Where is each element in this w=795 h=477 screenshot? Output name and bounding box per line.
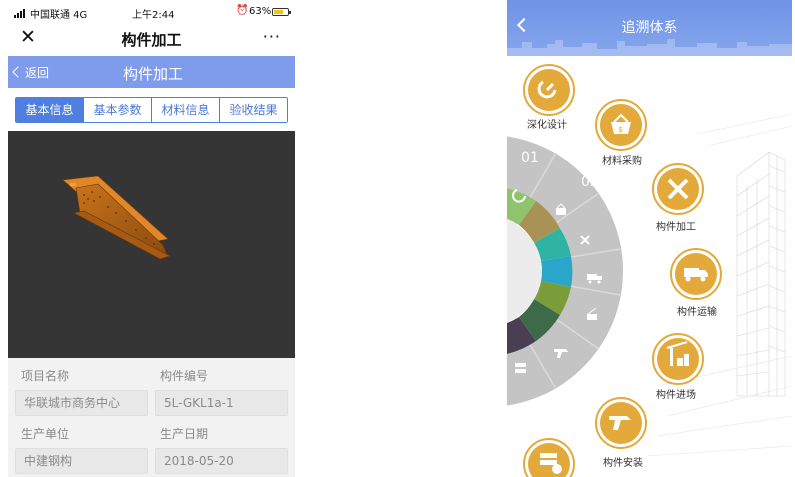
nav-title: 构件加工 [121, 31, 182, 49]
status-bar: 中国联通 4G 上午2:44 ⏰ 63% [8, 0, 295, 22]
stage-label-installation: 构件安装 [603, 458, 643, 469]
stage-label-purchase: 材料采购 [602, 156, 642, 167]
basic-info-form: 项目名称 构件编号 华联城市商务中心 5L-GKL1a-1 生产单位 生产日期 … [8, 358, 295, 477]
more-button[interactable]: ··· [263, 27, 281, 46]
component-no-label: 构件编号 [160, 369, 209, 383]
app-nav-bar: ✕ 构件加工 ··· [8, 24, 295, 54]
steel-beam-model [62, 175, 171, 260]
header-title: 追溯体系 [621, 20, 678, 36]
sub-header-title: 构件加工 [123, 65, 184, 83]
stage-label-processing: 构件加工 [656, 222, 696, 233]
stage-number-03: 03 [623, 224, 641, 240]
clock: 上午2:44 [132, 10, 175, 21]
svg-text:$: $ [618, 125, 623, 134]
battery-icon [272, 8, 291, 16]
producer-field[interactable]: 中建钢构 [15, 448, 148, 474]
processing-stage-button[interactable] [652, 163, 704, 215]
production-date-field[interactable]: 2018-05-20 [155, 448, 288, 474]
back-label: 返回 [25, 66, 50, 80]
stage-number-05: 05 [623, 332, 641, 348]
tab-material-info[interactable]: 材料信息 [151, 98, 219, 122]
producer-label: 生产单位 [21, 427, 70, 441]
model-viewer[interactable] [8, 131, 295, 358]
carrier-label: 中国联通 4G [30, 10, 88, 21]
project-name-field[interactable]: 华联城市商务中心 [15, 390, 148, 416]
production-date-label: 生产日期 [160, 427, 209, 441]
battery-percent: 63% [249, 6, 272, 17]
stage-label-design: 深化设计 [527, 120, 567, 131]
stage-label-transport: 构件运输 [677, 307, 717, 318]
tab-basic-info[interactable]: 基本信息 [16, 98, 83, 122]
completion-stage-button[interactable] [523, 438, 575, 477]
stage-number-07: 07 [521, 402, 539, 418]
signal-icon [14, 7, 26, 18]
info-tabs: 基本信息 基本参数 材料信息 验收结果 [15, 97, 288, 123]
component-no-field[interactable]: 5L-GKL1a-1 [155, 390, 288, 416]
sub-header: 返回 构件加工 [8, 56, 295, 88]
purchase-stage-button[interactable]: $ [595, 99, 647, 151]
project-name-label: 项目名称 [21, 369, 70, 383]
tab-acceptance-results[interactable]: 验收结果 [219, 98, 287, 122]
installation-stage-button[interactable] [595, 397, 647, 449]
stage-number-02: 02 [581, 174, 599, 190]
back-button[interactable]: 返回 [12, 64, 50, 81]
skyline-decoration [507, 39, 792, 56]
design-stage-button[interactable] [523, 64, 575, 116]
tab-basic-params[interactable]: 基本参数 [83, 98, 151, 122]
transport-stage-button[interactable] [670, 248, 722, 300]
site-entry-stage-button[interactable] [652, 333, 704, 385]
stage-number-04: 04 [637, 280, 655, 296]
component-processing-screen: 中国联通 4G 上午2:44 ⏰ 63% ✕ 构件加工 ··· 返回 构件加工 … [8, 0, 295, 477]
traceability-header: 追溯体系 [507, 0, 792, 56]
stage-number-01: 01 [521, 150, 539, 166]
chevron-left-icon [12, 66, 24, 78]
stage-number-06: 06 [581, 378, 599, 394]
stage-label-site-entry: 构件进场 [656, 390, 696, 401]
traceability-screen: 追溯体系 01 02 03 04 05 06 07 $ 深化设计 材料采购 构件… [507, 0, 792, 477]
alarm-icon: ⏰ [236, 5, 249, 16]
